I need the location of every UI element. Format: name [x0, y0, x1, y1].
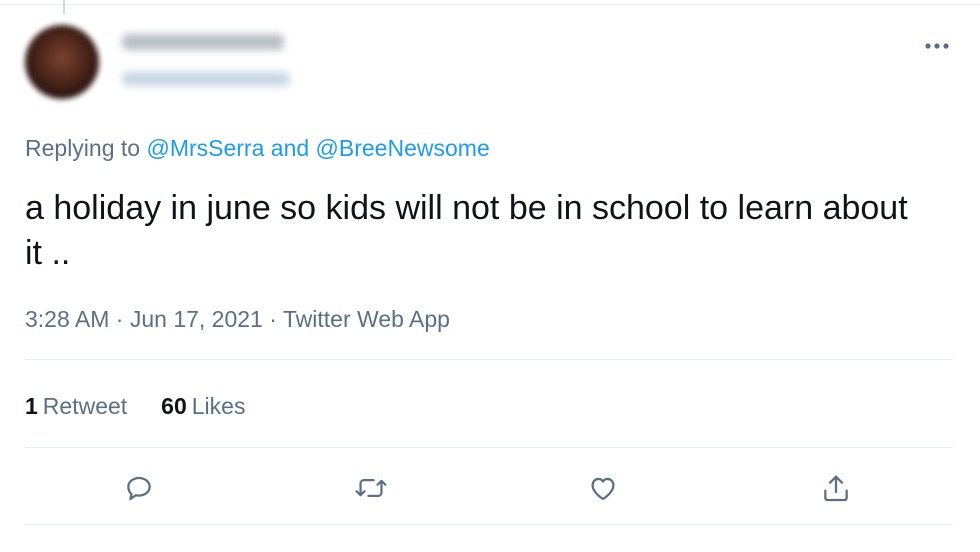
more-options-button[interactable] [921, 30, 953, 62]
mention-link-mrsserra[interactable]: @MrsSerra [146, 135, 264, 161]
share-button[interactable] [818, 470, 854, 506]
action-bar [0, 470, 980, 506]
top-divider [0, 4, 980, 5]
heart-icon [591, 477, 615, 501]
retweet-button[interactable] [353, 470, 389, 506]
avatar[interactable] [25, 25, 99, 99]
tweet-meta: 3:28 AM · Jun 17, 2021 · Twitter Web App [25, 304, 450, 334]
tweet-source[interactable]: Twitter Web App [283, 306, 450, 332]
likes-label: Likes [191, 393, 246, 419]
reply-icon [127, 476, 151, 501]
retweets-label: Retweet [42, 393, 128, 419]
username-redacted[interactable] [122, 72, 290, 86]
display-name-redacted[interactable] [122, 34, 284, 50]
retweet-icon [355, 479, 387, 497]
tweet-date[interactable]: Jun 17, 2021 [130, 306, 263, 332]
thread-connector [63, 0, 65, 14]
bottom-divider [25, 524, 953, 525]
likes-count: 60 [161, 393, 187, 419]
retweets-stat[interactable]: 1 Retweet [25, 391, 127, 421]
tweet-time[interactable]: 3:28 AM [25, 306, 109, 332]
tweet-text: a holiday in june so kids will not be in… [25, 189, 908, 272]
mention-link-breenewsome[interactable]: @BreeNewsome [316, 135, 490, 161]
retweets-count: 1 [25, 393, 38, 419]
engagement-stats: 1 Retweet 60 Likes [25, 391, 279, 421]
tweet-card: Replying to @MrsSerra and @BreeNewsome a… [0, 0, 980, 552]
meta-separator: · [269, 306, 277, 332]
replying-to-label: Replying to [25, 135, 141, 161]
like-button[interactable] [585, 470, 621, 506]
meta-divider [25, 359, 953, 360]
more-horizontal-icon [925, 43, 949, 49]
meta-separator: · [115, 306, 124, 332]
likes-stat[interactable]: 60 Likes [161, 391, 245, 421]
replying-to-line: Replying to @MrsSerra and @BreeNewsome [25, 134, 490, 162]
stats-divider [25, 447, 953, 448]
share-icon [824, 475, 848, 502]
reply-button[interactable] [121, 470, 157, 506]
mention-joiner: and [270, 135, 310, 161]
